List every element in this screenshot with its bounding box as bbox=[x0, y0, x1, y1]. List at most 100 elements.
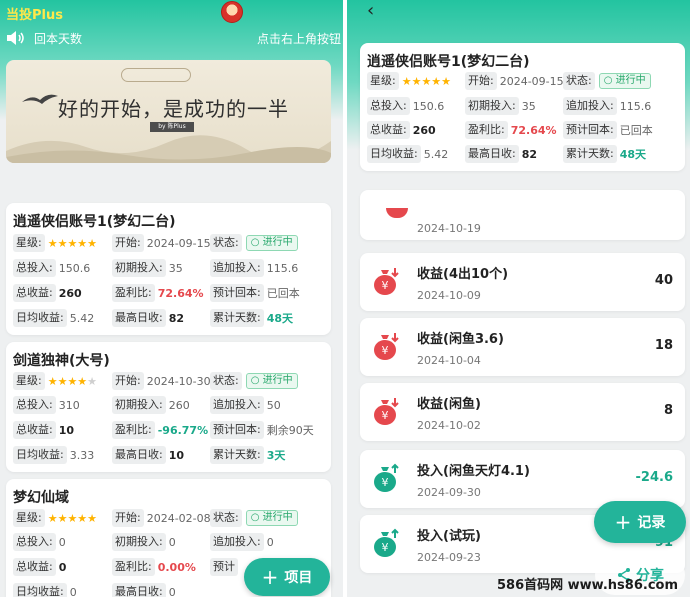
daily-income-label: 日均收益: bbox=[13, 446, 67, 464]
total-days-label: 累计天数: bbox=[210, 309, 264, 327]
start-date: 2024-09-15 bbox=[146, 236, 211, 250]
back-icon[interactable]: ‹ bbox=[367, 0, 374, 21]
record-date: 2024-10-09 bbox=[417, 289, 481, 302]
add-invest-label: 追加投入: bbox=[210, 259, 264, 277]
start-label: 开始: bbox=[465, 72, 497, 90]
record-title: 收益(闲鱼3.6) bbox=[417, 332, 504, 347]
svg-text:¥: ¥ bbox=[382, 279, 389, 292]
start-date: 2024-02-08 bbox=[146, 511, 211, 525]
initial-invest-value: 35 bbox=[521, 99, 536, 113]
record-amount: -24.6 bbox=[635, 470, 673, 485]
start-label: 开始: bbox=[112, 234, 144, 252]
max-daily-value: 0 bbox=[168, 585, 176, 597]
profit-ratio-value: -96.77% bbox=[157, 423, 209, 437]
initial-invest-label: 初期投入: bbox=[112, 259, 166, 277]
profit-ratio-label: 盈利比: bbox=[112, 421, 155, 439]
initial-invest-label: 初期投入: bbox=[112, 533, 166, 551]
motto-banner[interactable]: 好的开始，是成功的一半 by 陈Plus bbox=[6, 60, 331, 163]
record-item[interactable]: ¥ 收益(闲鱼) 2024-10-02 8 bbox=[360, 383, 685, 441]
total-income-label: 总收益: bbox=[13, 558, 56, 576]
record-item[interactable]: ¥ 收益(闲鱼3.6) 2024-10-04 18 bbox=[360, 318, 685, 376]
svg-text:¥: ¥ bbox=[382, 409, 389, 422]
record-amount: 40 bbox=[654, 273, 673, 288]
record-title: 投入(闲鱼天灯4.1) bbox=[417, 464, 530, 479]
total-invest-label: 总投入: bbox=[13, 533, 56, 551]
project-title: 梦幻仙域 bbox=[13, 490, 69, 506]
project-detail-screen: ‹ 逍遥侠侣账号1(梦幻二台) 星级: ★★★★★ 开始: 2024-09-15 状… bbox=[347, 0, 690, 597]
max-daily-value: 82 bbox=[168, 311, 185, 325]
star-rating: ★★★★★ bbox=[401, 74, 452, 88]
svg-text:¥: ¥ bbox=[382, 541, 389, 554]
expected-return-value: 剩余90天 bbox=[266, 424, 314, 437]
banner-stamp bbox=[121, 68, 191, 82]
star-rating: ★★★★★ bbox=[47, 236, 98, 250]
record-date: 2024-10-19 bbox=[417, 222, 481, 235]
invest-bag-icon: ¥ bbox=[374, 528, 399, 557]
total-days-value: 3天 bbox=[266, 449, 286, 462]
watermark: 586首码网 www.hs86.com bbox=[497, 578, 679, 593]
total-income-label: 总收益: bbox=[13, 421, 56, 439]
record-item[interactable]: ¥ 投入(闲鱼天灯4.1) 2024-09-30 -24.6 bbox=[360, 450, 685, 508]
total-income-label: 总收益: bbox=[367, 121, 410, 139]
banner-motto: 好的开始，是成功的一半 bbox=[58, 97, 289, 121]
record-title: 收益(闲鱼) bbox=[417, 397, 481, 412]
rating-label: 星级: bbox=[13, 509, 45, 527]
expected-return-value: 已回本 bbox=[266, 287, 300, 300]
add-invest-label: 追加投入: bbox=[563, 97, 617, 115]
max-daily-label: 最高日收: bbox=[112, 309, 166, 327]
initial-invest-value: 0 bbox=[168, 535, 176, 549]
project-title: 逍遥侠侣账号1(梦幻二台) bbox=[13, 214, 176, 230]
total-days-label: 累计天数: bbox=[563, 145, 617, 163]
total-invest-value: 310 bbox=[58, 398, 80, 412]
status-label: 状态: bbox=[563, 72, 595, 90]
record-item[interactable]: 2024-10-19 bbox=[360, 190, 685, 240]
project-card[interactable]: 逍遥侠侣账号1(梦幻二台) 星级: ★★★★★ 开始: 2024-09-15 状态:… bbox=[6, 203, 331, 335]
rating-label: 星级: bbox=[13, 234, 45, 252]
mascot-avatar[interactable] bbox=[221, 1, 243, 23]
expected-return-label: 预计回本: bbox=[210, 421, 264, 439]
profit-ratio-value: 72.64% bbox=[157, 286, 204, 300]
status-label: 状态: bbox=[210, 509, 242, 527]
banner-caption: by 陈Plus bbox=[150, 122, 194, 132]
initial-invest-value: 35 bbox=[168, 261, 183, 275]
add-project-button[interactable]: + 项目 bbox=[244, 558, 330, 596]
total-invest-value: 0 bbox=[58, 535, 66, 549]
daily-income-value: 5.42 bbox=[423, 147, 449, 161]
app-title: 当投Plus bbox=[6, 8, 63, 23]
add-invest-label: 追加投入: bbox=[210, 396, 264, 414]
plus-icon: + bbox=[261, 565, 279, 589]
notice-bar: 回本天数 点击右上角按钮 bbox=[6, 28, 343, 48]
money-bag-icon bbox=[386, 208, 408, 218]
total-invest-label: 总投入: bbox=[13, 396, 56, 414]
record-amount: 18 bbox=[654, 338, 673, 353]
project-title: 逍遥侠侣账号1(梦幻二台) bbox=[367, 54, 530, 70]
record-date: 2024-10-04 bbox=[417, 354, 481, 367]
start-date: 2024-10-30 bbox=[146, 374, 211, 388]
total-invest-label: 总投入: bbox=[367, 97, 410, 115]
rating-label: 星级: bbox=[367, 72, 399, 90]
start-label: 开始: bbox=[112, 372, 144, 390]
total-invest-label: 总投入: bbox=[13, 259, 56, 277]
svg-text:¥: ¥ bbox=[382, 344, 389, 357]
expected-return-value: 已回本 bbox=[619, 124, 653, 137]
total-days-label: 累计天数: bbox=[210, 446, 264, 464]
add-record-button[interactable]: + 记录 bbox=[594, 501, 686, 543]
add-invest-value: 0 bbox=[266, 535, 274, 549]
record-item[interactable]: ¥ 收益(4出10个) 2024-10-09 40 bbox=[360, 253, 685, 311]
status-label: 状态: bbox=[210, 234, 242, 252]
record-date: 2024-09-23 bbox=[417, 551, 481, 564]
project-summary-card: 逍遥侠侣账号1(梦幻二台) 星级: ★★★★★ 开始: 2024-09-15 状态:… bbox=[360, 43, 685, 171]
profit-ratio-label: 盈利比: bbox=[112, 284, 155, 302]
project-list-screen: 当投Plus 回本天数 点击右上角按钮 好的开始，是成功的一半 by 陈Plus… bbox=[0, 0, 343, 597]
max-daily-label: 最高日收: bbox=[465, 145, 519, 163]
initial-invest-value: 260 bbox=[168, 398, 190, 412]
initial-invest-label: 初期投入: bbox=[112, 396, 166, 414]
max-daily-value: 82 bbox=[521, 147, 538, 161]
max-daily-label: 最高日收: bbox=[112, 446, 166, 464]
project-card[interactable]: 剑道独神(大号) 星级: ★★★★★ 开始: 2024-10-30 状态: ○ 进行中… bbox=[6, 342, 331, 472]
daily-income-label: 日均收益: bbox=[367, 145, 421, 163]
total-income-value: 260 bbox=[58, 286, 82, 300]
add-invest-value: 115.6 bbox=[266, 261, 299, 275]
expected-return-label: 预计回本: bbox=[563, 121, 617, 139]
total-days-value: 48天 bbox=[266, 312, 294, 325]
